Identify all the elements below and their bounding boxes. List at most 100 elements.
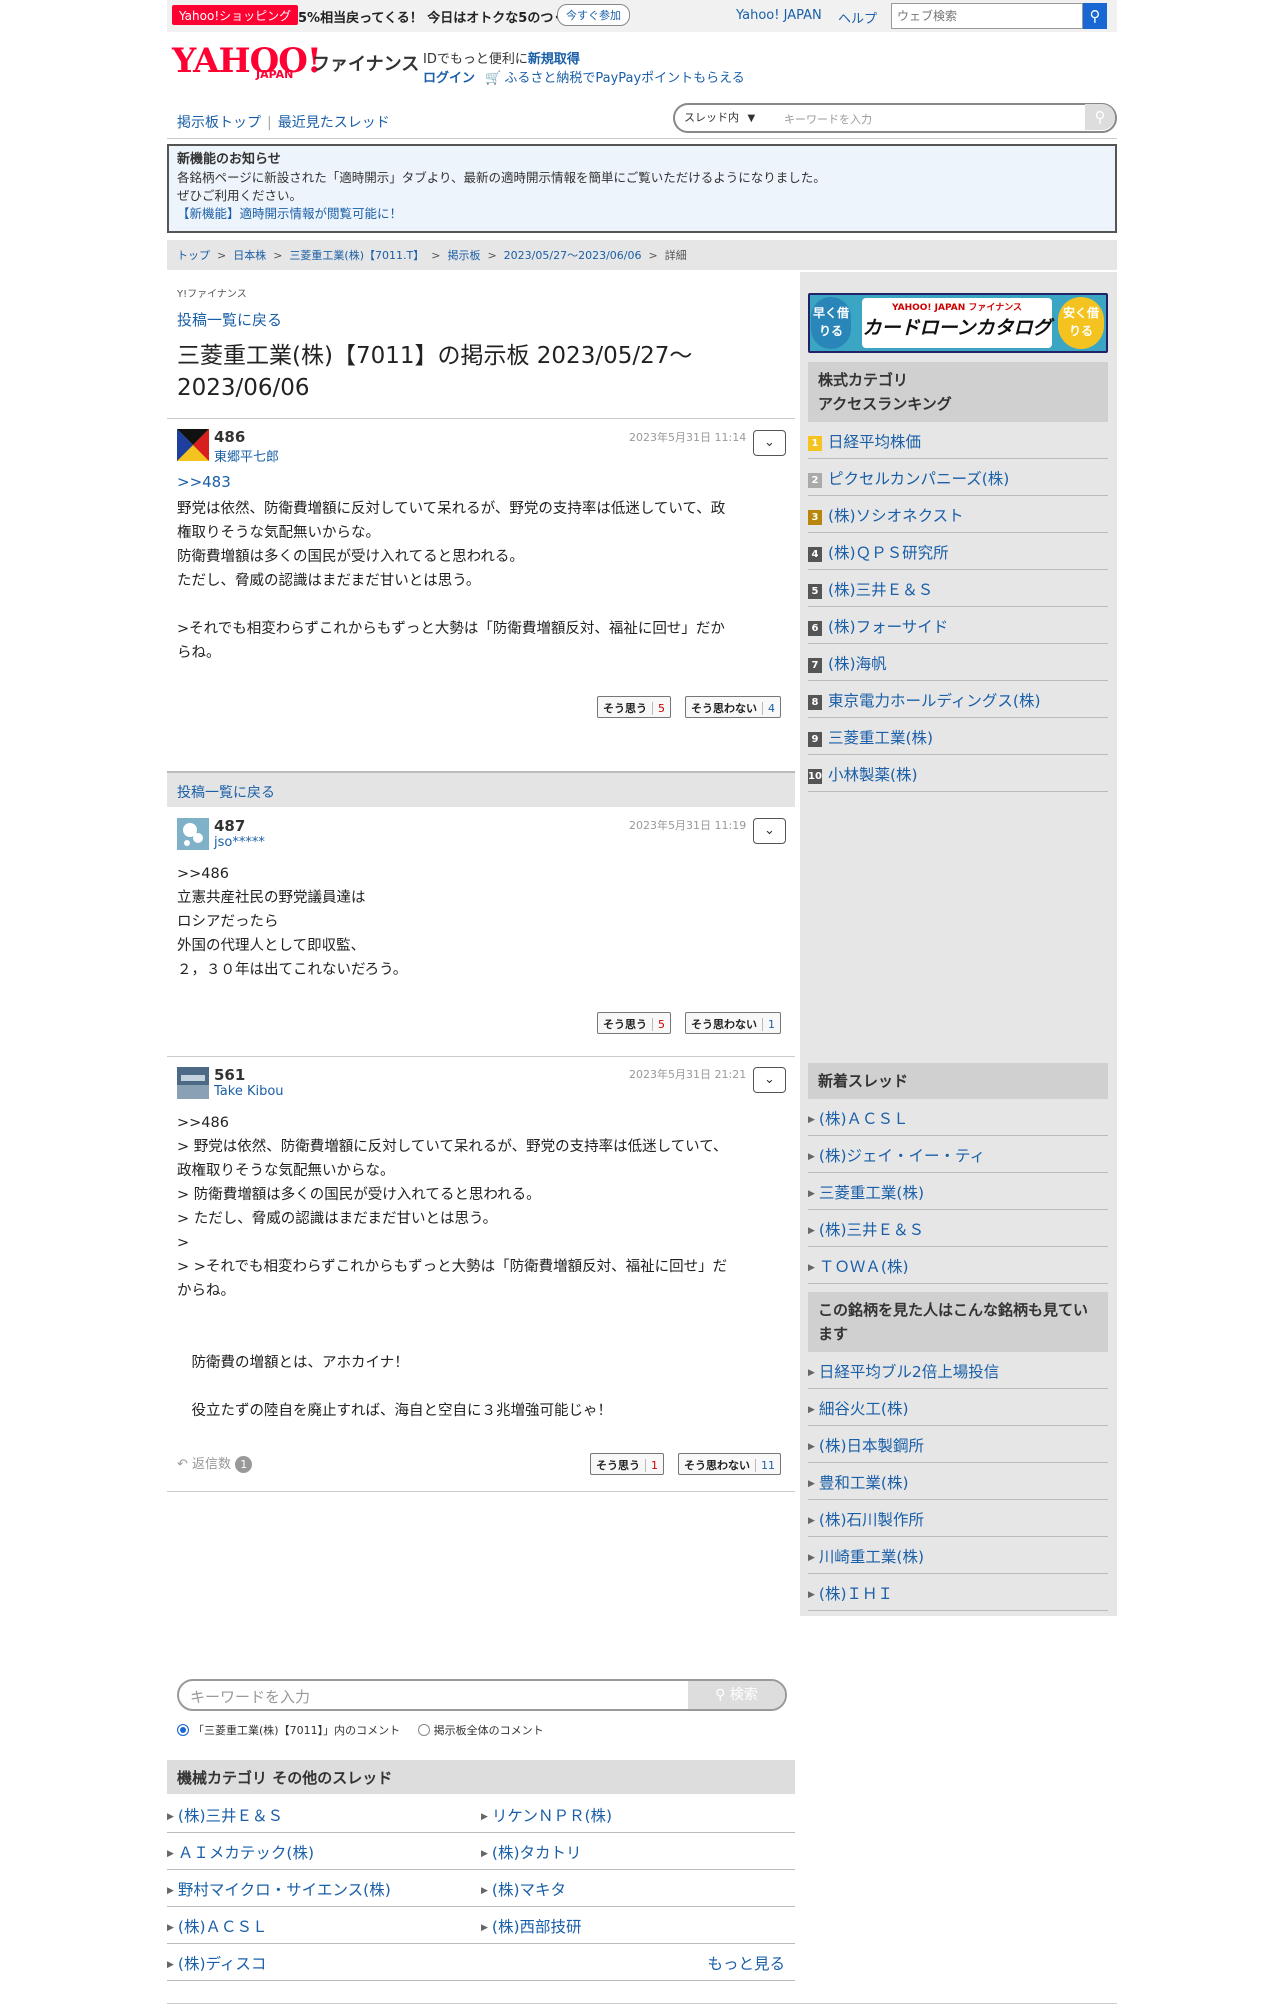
shopping-badge[interactable]: Yahoo!ショッピング xyxy=(172,5,299,25)
post-user[interactable]: 東郷平七郎 xyxy=(214,446,279,465)
reply-to-link[interactable]: >>483 xyxy=(177,473,231,491)
disagree-button[interactable]: そう思わない 11 xyxy=(678,1453,781,1475)
post-menu-button[interactable]: ⌄ xyxy=(753,430,786,456)
other-thread-link[interactable]: (株)西部技研 xyxy=(492,1918,582,1936)
agree-button[interactable]: そう思う 1 xyxy=(590,1453,664,1475)
help-link[interactable]: ヘルプ xyxy=(838,8,877,27)
radio-thread[interactable]: 「三菱重工業(株)【7011】」内のコメント xyxy=(177,1724,400,1737)
avatar[interactable] xyxy=(177,818,209,850)
scope-select[interactable]: スレッド内 ▼ xyxy=(684,109,755,125)
more-link[interactable]: もっと見る xyxy=(707,1955,785,1973)
breadcrumb-period[interactable]: 2023/05/27〜2023/06/06 xyxy=(504,249,642,262)
notice-link[interactable]: 【新機能】適時開示情報が閲覧可能に！ xyxy=(177,206,402,221)
back-to-list-link[interactable]: 投稿一覧に戻る xyxy=(177,785,275,801)
other-thread-item: ▶ (株)タカトリ xyxy=(481,1833,795,1870)
join-button[interactable]: 今すぐ参加 xyxy=(557,4,630,26)
ranking-item-link[interactable]: (株)ソシオネクスト xyxy=(828,507,964,525)
other-thread-link[interactable]: リケンＮＰＲ(株) xyxy=(492,1807,612,1825)
register-link[interactable]: 新規取得 xyxy=(528,52,580,67)
chevron-right-icon: ▶ xyxy=(808,1553,815,1563)
chevron-right-icon: ▶ xyxy=(808,1368,815,1378)
also-viewed-item-link[interactable]: 細谷火工(株) xyxy=(819,1400,909,1418)
also-viewed-item: ▶ 細谷火工(株) xyxy=(808,1389,1108,1426)
finance-logo[interactable]: ファイナンス xyxy=(312,50,419,76)
thread-search-button[interactable]: ⚲ xyxy=(1085,104,1115,130)
new-thread-item-link[interactable]: 三菱重工業(株) xyxy=(819,1184,924,1202)
ranking-item: 1 日経平均株価 xyxy=(808,422,1108,459)
reply-count[interactable]: ↶ 返信数 1 xyxy=(177,1453,253,1473)
ranking-item-link[interactable]: (株)三井Ｅ＆Ｓ xyxy=(828,581,933,599)
ranking-item-link[interactable]: (株)ＱＰＳ研究所 xyxy=(828,544,949,562)
breadcrumb-top[interactable]: トップ xyxy=(177,249,210,262)
post-number[interactable]: 486 xyxy=(214,428,245,446)
breadcrumb-stock[interactable]: 三菱重工業(株)【7011.T】 xyxy=(289,249,424,262)
comment-search-button[interactable]: ⚲ 検索 xyxy=(688,1681,785,1709)
avatar[interactable] xyxy=(177,429,209,461)
ad-text: カードローンカタログ xyxy=(862,317,1052,339)
post-user[interactable]: jso***** xyxy=(214,835,265,850)
also-viewed-item: ▶ (株)日本製鋼所 xyxy=(808,1426,1108,1463)
new-thread-item-link[interactable]: (株)三井Ｅ＆Ｓ xyxy=(819,1221,924,1239)
other-thread-link[interactable]: (株)マキタ xyxy=(492,1881,566,1899)
also-viewed-item-link[interactable]: (株)ＩＨＩ xyxy=(819,1585,893,1603)
chevron-right-icon: ▶ xyxy=(167,1886,174,1896)
agree-label: そう思う xyxy=(596,1459,640,1472)
disagree-count: 1 xyxy=(762,1018,775,1031)
also-viewed-item-link[interactable]: 川崎重工業(株) xyxy=(819,1548,924,1566)
agree-button[interactable]: そう思う 5 xyxy=(597,1012,671,1034)
new-thread-item-link[interactable]: ＴＯＷＡ(株) xyxy=(819,1258,909,1276)
ranking-item-link[interactable]: 日経平均株価 xyxy=(828,433,921,451)
also-viewed-item-link[interactable]: (株)日本製鋼所 xyxy=(819,1437,924,1455)
furusato-link[interactable]: ふるさと納税でPayPayポイントもらえる xyxy=(504,71,744,86)
z-flag-avatar-icon xyxy=(177,429,209,461)
other-thread-link[interactable]: (株)三井Ｅ＆Ｓ xyxy=(178,1807,283,1825)
agree-button[interactable]: そう思う 5 xyxy=(597,696,671,718)
ranking-item-link[interactable]: (株)フォーサイド xyxy=(828,618,948,636)
comment-keyword-input[interactable]: キーワードを入力 xyxy=(190,1686,310,1707)
recent-threads-link[interactable]: 最近見たスレッド xyxy=(278,115,390,131)
also-viewed-item-link[interactable]: 日経平均ブル2倍上場投信 xyxy=(819,1363,999,1381)
yahoo-japan-link[interactable]: Yahoo! JAPAN xyxy=(736,8,822,23)
divider xyxy=(167,138,1117,139)
radio-all[interactable]: 掲示板全体のコメント xyxy=(417,1724,544,1737)
ranking-item-link[interactable]: ピクセルカンパニーズ(株) xyxy=(828,470,1009,488)
agree-label: そう思う xyxy=(603,702,647,715)
web-search-button[interactable]: ⚲ xyxy=(1083,3,1107,29)
breadcrumb-jp-stock[interactable]: 日本株 xyxy=(233,249,266,262)
ranking-item-link[interactable]: 三菱重工業(株) xyxy=(828,729,933,747)
agree-count: 1 xyxy=(645,1459,658,1472)
board-top-link[interactable]: 掲示板トップ xyxy=(177,115,261,131)
post-number[interactable]: 487 xyxy=(214,817,245,835)
other-thread-link[interactable]: (株)ＡＣＳＬ xyxy=(178,1918,268,1936)
post-menu-button[interactable]: ⌄ xyxy=(753,1067,786,1093)
promo-text[interactable]: 5%相当戻ってくる！ 今日はオトクな5のつく日 xyxy=(298,7,579,26)
disagree-button[interactable]: そう思わない 1 xyxy=(685,1012,781,1034)
new-thread-item-link[interactable]: (株)ジェイ・イー・ティ xyxy=(819,1147,985,1165)
web-search-input[interactable] xyxy=(891,3,1083,29)
also-viewed-item-link[interactable]: (株)石川製作所 xyxy=(819,1511,924,1529)
other-thread-link[interactable]: ＡＩメカテック(株) xyxy=(178,1844,314,1862)
other-thread-link[interactable]: 野村マイクロ・サイエンス(株) xyxy=(178,1881,391,1899)
login-link[interactable]: ログイン xyxy=(423,71,475,86)
chevron-right-icon: ▶ xyxy=(808,1115,815,1125)
other-thread-link[interactable]: (株)ディスコ xyxy=(178,1955,267,1973)
post-user[interactable]: Take Kibou xyxy=(214,1084,284,1099)
post-number[interactable]: 561 xyxy=(214,1066,245,1084)
ranking-item-link[interactable]: 東京電力ホールディングス(株) xyxy=(828,692,1041,710)
more-row: もっと見る xyxy=(481,1944,795,1981)
disagree-button[interactable]: そう思わない 4 xyxy=(685,696,781,718)
search-scope-radios: 「三菱重工業(株)【7011】」内のコメント 掲示板全体のコメント xyxy=(177,1722,544,1738)
new-thread-item-link[interactable]: (株)ＡＣＳＬ xyxy=(819,1110,909,1128)
avatar[interactable] xyxy=(177,1067,209,1099)
thread-keyword-input[interactable]: キーワードを入力 xyxy=(784,111,872,127)
rank-number-badge: 2 xyxy=(808,473,822,488)
ranking-item-link[interactable]: 小林製薬(株) xyxy=(828,766,918,784)
post-menu-button[interactable]: ⌄ xyxy=(753,818,786,844)
yahoo-logo[interactable]: YAHOO! xyxy=(172,44,322,78)
back-to-list-link[interactable]: 投稿一覧に戻る xyxy=(177,309,282,330)
other-thread-item: ▶ (株)マキタ xyxy=(481,1870,795,1907)
other-thread-link[interactable]: (株)タカトリ xyxy=(492,1844,582,1862)
also-viewed-item-link[interactable]: 豊和工業(株) xyxy=(819,1474,909,1492)
breadcrumb-board[interactable]: 掲示板 xyxy=(447,249,480,262)
ranking-item-link[interactable]: (株)海帆 xyxy=(828,655,887,673)
